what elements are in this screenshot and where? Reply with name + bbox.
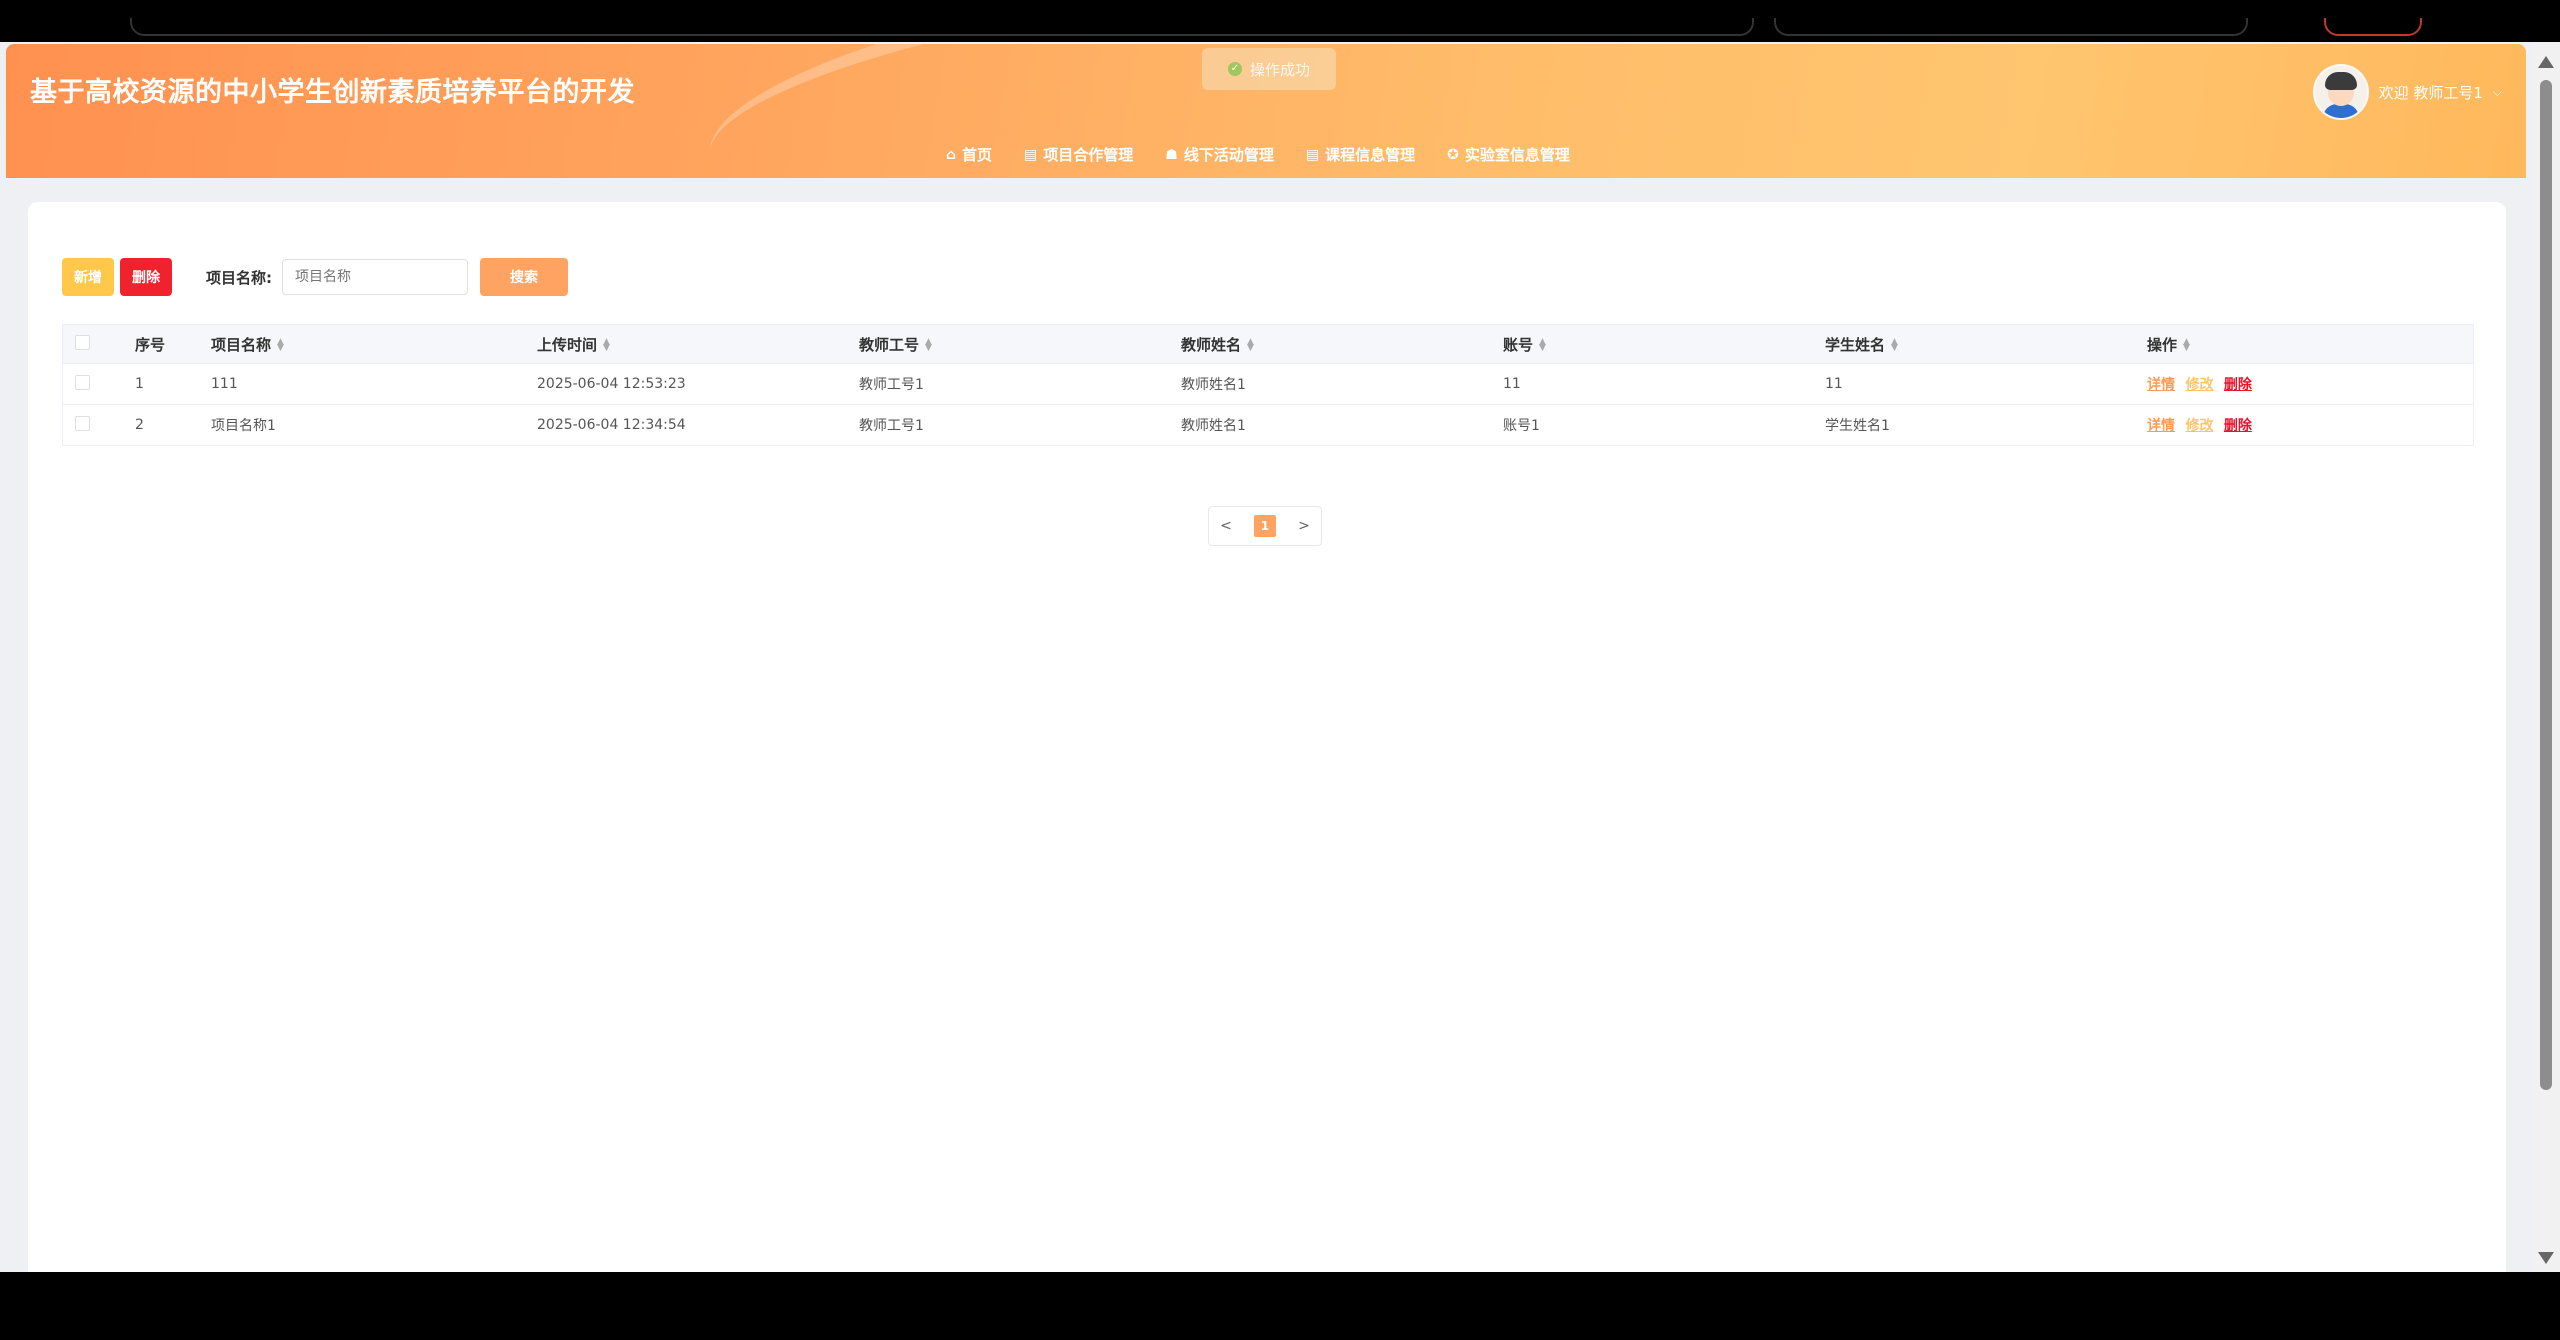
site-header: 基于高校资源的中小学生创新素质培养平台的开发 ✓ 操作成功 欢迎 教师工号1 ⌵… (6, 44, 2526, 178)
search-button[interactable]: 搜索 (480, 258, 568, 296)
cell-upload-time: 2025-06-04 12:34:54 (537, 417, 686, 433)
edit-link[interactable]: 修改 (2185, 418, 2213, 434)
project-table: 序号 项目名称 ▲ ▼ 上传时间 ▲ ▼ 教师工号 ▲ ▼ 教师姓名 ▲ ▼ 账号 ▲ ▼ 学生姓名… (62, 324, 2474, 446)
nav-item-label: 首页 (962, 146, 993, 164)
page-viewport: 基于高校资源的中小学生创新素质培养平台的开发 ✓ 操作成功 欢迎 教师工号1 ⌵… (0, 42, 2532, 1272)
row-select-cell[interactable] (63, 374, 125, 394)
scroll-down-icon[interactable] (2538, 1252, 2554, 1264)
edit-link[interactable]: 修改 (2185, 377, 2213, 393)
user-menu[interactable]: 欢迎 教师工号1 ⌵ (2312, 64, 2502, 120)
header-actions[interactable]: 操作 ▲ ▼ (2137, 334, 2473, 355)
document-icon: ▤ (1305, 146, 1320, 163)
nav-item-label: 项目合作管理 (1043, 146, 1134, 164)
browser-search-bar[interactable] (1774, 18, 2248, 36)
row-select-cell[interactable] (63, 415, 125, 435)
content-card: 新增 删除 项目名称: 搜索 序号 项目名称▲▼ 上传时间▲▼ 教师工号▲▼ 教… (28, 202, 2506, 1272)
gear-circle-icon: ✪ (1447, 146, 1459, 163)
sort-icon[interactable]: ▲ ▼ (1247, 338, 1254, 353)
toast-message: 操作成功 (1249, 60, 1310, 79)
scroll-up-icon[interactable] (2538, 56, 2554, 68)
row-checkbox[interactable] (75, 415, 90, 431)
nav-item-offline-activities[interactable]: ☗ 线下活动管理 (1165, 144, 1274, 165)
user-greeting[interactable]: 欢迎 教师工号1 (2379, 82, 2483, 103)
table-row: 2 项目名称1 2025-06-04 12:34:54 教师工号1 教师姓名1 … (63, 405, 2473, 445)
cell-project-name: 111 (211, 376, 238, 392)
chevron-down-icon[interactable]: ⌵ (2493, 85, 2502, 100)
nav-item-label: 实验室信息管理 (1464, 146, 1570, 164)
table-header-row: 序号 项目名称 ▲ ▼ 上传时间 ▲ ▼ 教师工号 ▲ ▼ 教师姓名 ▲ ▼ 账号 ▲ ▼ 学生姓名… (63, 325, 2473, 364)
avatar[interactable] (2312, 64, 2369, 120)
cell-account: 账号1 (1503, 418, 1540, 434)
nav-item-lab-info[interactable]: ✪ 实验室信息管理 (1447, 144, 1570, 165)
cell-student-name: 11 (1825, 376, 1843, 392)
page-number-current[interactable]: 1 (1253, 515, 1276, 537)
search-label: 项目名称: (206, 268, 272, 287)
browser-action-button[interactable] (2324, 18, 2422, 36)
nav-item-label: 线下活动管理 (1183, 146, 1274, 164)
delete-selected-button[interactable]: 删除 (120, 258, 172, 296)
page-scrollbar[interactable] (2532, 42, 2560, 1272)
screen: 基于高校资源的中小学生创新素质培养平台的开发 ✓ 操作成功 欢迎 教师工号1 ⌵… (0, 0, 2560, 1340)
browser-bottom-bar (0, 1272, 2560, 1340)
sort-icon[interactable]: ▲ ▼ (1891, 338, 1898, 353)
detail-link[interactable]: 详情 (2147, 377, 2175, 393)
browser-top-bar (0, 0, 2560, 42)
prev-page-button[interactable]: < (1220, 518, 1232, 534)
cell-project-name: 项目名称1 (211, 418, 276, 434)
select-all-checkbox[interactable] (75, 334, 90, 350)
sort-icon[interactable]: ▲ ▼ (925, 338, 932, 353)
header-upload-time[interactable]: 上传时间 ▲ ▼ (527, 334, 849, 355)
sort-icon[interactable]: ▲ ▼ (277, 338, 284, 353)
header-account[interactable]: 账号 ▲ ▼ (1493, 334, 1815, 355)
table-row: 1 111 2025-06-04 12:53:23 教师工号1 教师姓名1 11… (63, 364, 2473, 405)
main-nav: ⌂ 首页 ▤ 项目合作管理 ☗ 线下活动管理 ▤ 课程信息管理 ✪ 实验室信息管… (946, 144, 1570, 165)
project-name-search-input[interactable] (282, 259, 468, 295)
cell-teacher-name: 教师姓名1 (1181, 418, 1246, 434)
delete-link[interactable]: 删除 (2224, 377, 2252, 393)
success-toast: ✓ 操作成功 (1202, 48, 1336, 90)
pagination: < 1 > (1208, 506, 1322, 546)
detail-link[interactable]: 详情 (2147, 418, 2175, 434)
select-all-cell[interactable] (63, 334, 125, 354)
sort-icon[interactable]: ▲ ▼ (1539, 338, 1546, 353)
cell-student-name: 学生姓名1 (1825, 418, 1890, 434)
header-teacher-id[interactable]: 教师工号 ▲ ▼ (849, 334, 1171, 355)
sort-icon[interactable]: ▲ ▼ (2183, 338, 2190, 353)
sort-icon[interactable]: ▲ ▼ (603, 338, 610, 353)
row-checkbox[interactable] (75, 374, 90, 390)
site-title: 基于高校资源的中小学生创新素质培养平台的开发 (30, 77, 635, 108)
nav-item-home[interactable]: ⌂ 首页 (946, 144, 992, 165)
header-index: 序号 (135, 335, 166, 354)
folder-icon: ☗ (1165, 146, 1178, 163)
cell-index: 1 (135, 376, 144, 392)
nav-item-project-cooperation[interactable]: ▤ 项目合作管理 (1024, 144, 1133, 165)
check-circle-icon: ✓ (1227, 62, 1242, 76)
delete-link[interactable]: 删除 (2224, 418, 2252, 434)
cell-teacher-id: 教师工号1 (859, 418, 924, 434)
nav-item-label: 课程信息管理 (1325, 146, 1416, 164)
browser-address-bar[interactable] (130, 18, 1754, 36)
home-icon: ⌂ (946, 146, 957, 163)
header-teacher-name[interactable]: 教师姓名 ▲ ▼ (1171, 334, 1493, 355)
add-button[interactable]: 新增 (62, 258, 114, 296)
cell-actions: 详情 修改 删除 (2137, 415, 2473, 435)
header-project-name[interactable]: 项目名称 ▲ ▼ (201, 334, 527, 355)
cell-account: 11 (1503, 376, 1521, 392)
scroll-thumb[interactable] (2540, 80, 2552, 1090)
cell-teacher-id: 教师工号1 (859, 377, 924, 393)
cell-teacher-name: 教师姓名1 (1181, 377, 1246, 393)
cell-upload-time: 2025-06-04 12:53:23 (537, 376, 686, 392)
nav-item-course-info[interactable]: ▤ 课程信息管理 (1306, 144, 1415, 165)
next-page-button[interactable]: > (1298, 518, 1310, 534)
document-icon: ▤ (1024, 146, 1038, 163)
header-student-name[interactable]: 学生姓名 ▲ ▼ (1815, 334, 2137, 355)
toolbar: 新增 删除 项目名称: 搜索 (62, 258, 568, 296)
cell-actions: 详情 修改 删除 (2137, 374, 2473, 394)
cell-index: 2 (135, 417, 144, 433)
